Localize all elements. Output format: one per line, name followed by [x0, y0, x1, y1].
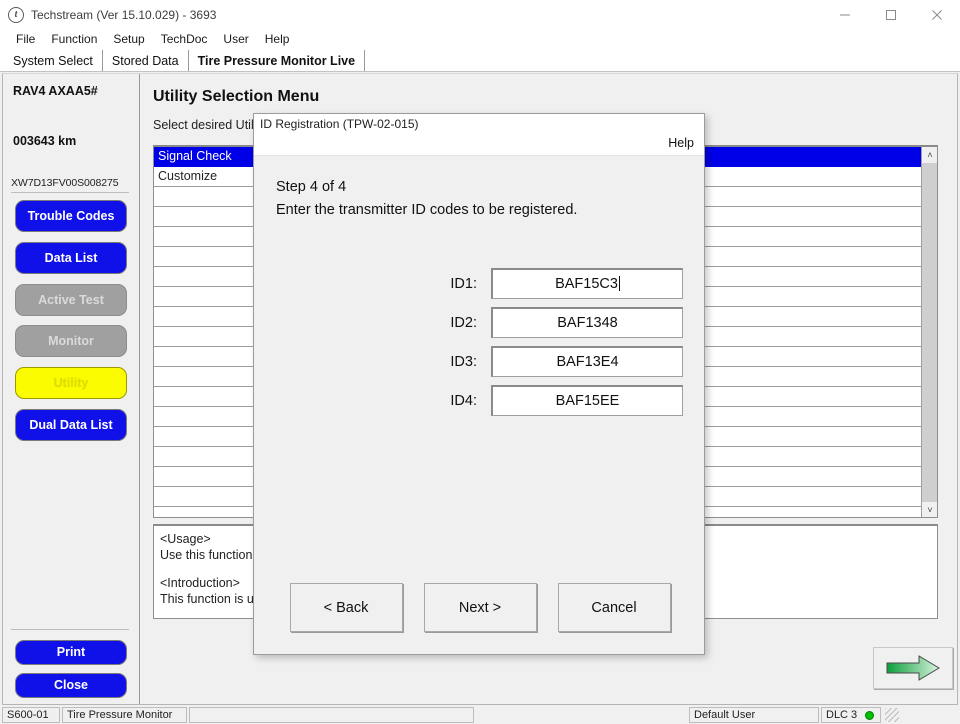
id-field-label-1: ID1:	[450, 275, 477, 292]
status-system-name: Tire Pressure Monitor	[62, 707, 187, 723]
dialog-title: ID Registration (TPW-02-015)	[260, 117, 419, 131]
status-user: Default User	[689, 707, 819, 723]
id-field-row: ID3: BAF13E4	[254, 342, 706, 381]
id-field-group: ID1: BAF15C3 ID2: BAF1348 ID3: BAF13E4 ID4: BAF…	[254, 264, 706, 420]
id-field-label-3: ID3:	[450, 353, 477, 370]
id-field-value-1: BAF15C3	[555, 276, 618, 292]
scroll-down-glyph: ˅	[927, 504, 933, 515]
vehicle-model: RAV4 AXAA5#	[13, 84, 98, 98]
id-field-value-4: BAF15EE	[555, 393, 620, 409]
status-code: S600-01	[2, 707, 60, 723]
menu-file[interactable]: File	[8, 30, 43, 49]
techstream-icon: t	[8, 7, 24, 23]
close-icon[interactable]	[914, 0, 960, 30]
next-step-button[interactable]	[873, 647, 953, 689]
dialog-button-row: < Back Next > Cancel	[254, 583, 706, 632]
text-caret	[618, 276, 620, 291]
scroll-up-glyph: ˄	[927, 149, 933, 160]
menu-function[interactable]: Function	[43, 30, 105, 49]
tab-tire-pressure-monitor-live[interactable]: Tire Pressure Monitor Live	[189, 50, 366, 72]
connection-status-dot	[865, 710, 875, 720]
sidebar-content-splitter[interactable]	[138, 74, 141, 704]
window-title: Techstream (Ver 15.10.029) - 3693	[31, 8, 217, 22]
next-button[interactable]: Next >	[423, 583, 537, 632]
sidebar-divider-line	[11, 629, 129, 630]
window-titlebar: t Techstream (Ver 15.10.029) - 3693	[0, 0, 960, 30]
sidebar-button-utility[interactable]: Utility	[15, 367, 127, 399]
tab-system-select[interactable]: System Select	[4, 50, 103, 72]
id-field-value-3: BAF13E4	[556, 354, 619, 370]
dialog-step-line2: Enter the transmitter ID codes to be reg…	[276, 202, 578, 218]
scroll-up-icon[interactable]: ˄	[922, 147, 937, 163]
dialog-step-line1: Step 4 of 4	[276, 179, 347, 195]
sidebar: RAV4 AXAA5# 003643 km XW7D13FV00S008275 …	[3, 74, 138, 704]
utility-list-scrollbar[interactable]: ˄ ˅	[921, 147, 937, 517]
id-field-row: ID2: BAF1348	[254, 303, 706, 342]
id-field-input-1[interactable]: BAF15C3	[491, 268, 683, 299]
dialog-step-text: Step 4 of 4 Enter the transmitter ID cod…	[276, 176, 577, 222]
dialog-help-link[interactable]: Help	[668, 136, 694, 150]
status-dlc: DLC 3	[821, 707, 881, 723]
id-field-input-4[interactable]: BAF15EE	[491, 385, 683, 416]
sidebar-button-dual-data-list[interactable]: Dual Data List	[15, 409, 127, 441]
id-field-row: ID1: BAF15C3	[254, 264, 706, 303]
tabbar: System Select Stored Data Tire Pressure …	[0, 49, 960, 72]
tab-stored-data[interactable]: Stored Data	[103, 50, 189, 72]
statusbar: S600-01 Tire Pressure Monitor Default Us…	[0, 706, 960, 724]
sidebar-button-active-test: Active Test	[15, 284, 127, 316]
maximize-icon[interactable]	[868, 0, 914, 30]
back-button[interactable]: < Back	[289, 583, 403, 632]
id-field-input-3[interactable]: BAF13E4	[491, 346, 683, 377]
menu-setup[interactable]: Setup	[105, 30, 152, 49]
menu-help[interactable]: Help	[257, 30, 298, 49]
id-field-value-2: BAF1348	[557, 315, 618, 331]
sidebar-button-trouble-codes[interactable]: Trouble Codes	[15, 200, 127, 232]
cancel-button[interactable]: Cancel	[557, 583, 671, 632]
minimize-icon[interactable]	[822, 0, 868, 30]
menubar: File Function Setup TechDoc User Help	[0, 30, 960, 49]
id-field-label-4: ID4:	[450, 392, 477, 409]
odometer-reading: 003643 km	[13, 134, 77, 148]
print-button[interactable]: Print	[15, 640, 127, 665]
status-dlc-label: DLC 3	[826, 708, 858, 721]
green-arrow-right-icon	[886, 655, 940, 681]
window-controls	[822, 0, 960, 30]
close-button[interactable]: Close	[15, 673, 127, 698]
tabbar-underline	[0, 71, 960, 72]
vehicle-vin: XW7D13FV00S008275	[11, 177, 129, 193]
id-registration-dialog: ID Registration (TPW-02-015) Help Step 4…	[253, 113, 705, 655]
page-subtitle: Select desired Utility.	[153, 118, 269, 132]
resize-grip-icon[interactable]	[885, 708, 899, 722]
id-field-input-2[interactable]: BAF1348	[491, 307, 683, 338]
scroll-down-icon[interactable]: ˅	[922, 502, 937, 517]
sidebar-button-monitor: Monitor	[15, 325, 127, 357]
menu-user[interactable]: User	[215, 30, 256, 49]
sidebar-button-data-list[interactable]: Data List	[15, 242, 127, 274]
dialog-titlebar: ID Registration (TPW-02-015) Help	[254, 114, 704, 156]
page-title: Utility Selection Menu	[153, 88, 320, 105]
application-window: t Techstream (Ver 15.10.029) - 3693 File…	[0, 0, 960, 724]
menu-techdoc[interactable]: TechDoc	[153, 30, 216, 49]
id-field-label-2: ID2:	[450, 314, 477, 331]
id-field-row: ID4: BAF15EE	[254, 381, 706, 420]
status-message	[189, 707, 474, 723]
